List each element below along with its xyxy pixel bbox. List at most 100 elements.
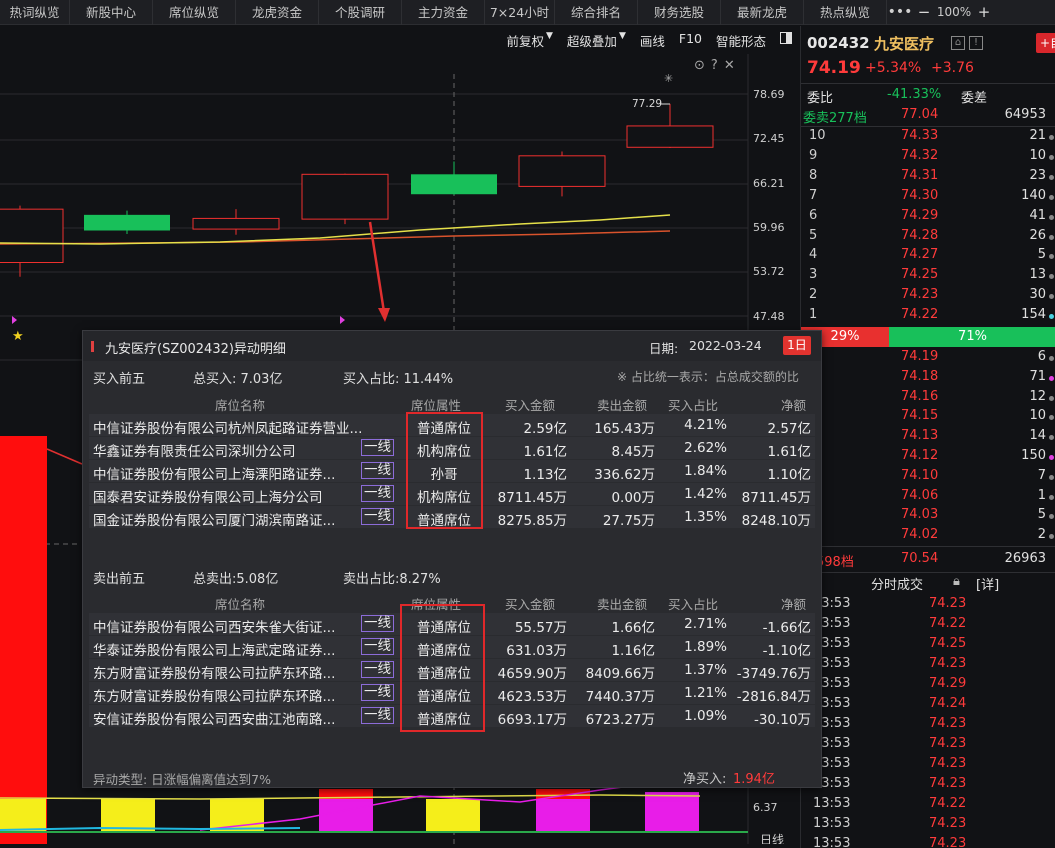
nav-tab[interactable]: 主力资金 [402, 0, 485, 25]
ask-volume: 154 [1021, 307, 1046, 323]
seat-name: 东方财富证券股份有限公司拉萨东环路... [93, 666, 336, 682]
nav-tab[interactable]: 新股中心 [70, 0, 153, 25]
ask-price: 74.23 [901, 287, 939, 303]
quote-panel: 002432 九安医疗 ⌂ ! +自 74.19 +5.34% +3.76 委比… [800, 26, 1055, 848]
ask-price: 74.28 [901, 227, 939, 243]
change-percent: +5.34% [865, 60, 922, 76]
sell-amount: 8.45万 [611, 444, 655, 460]
net-amount: -1.66亿 [762, 620, 811, 636]
yixian-tag[interactable]: 一线 [361, 661, 394, 678]
bid-level[interactable]: 74.18 71 [801, 369, 1055, 389]
sell-amount: 0.00万 [611, 490, 655, 506]
ask-level[interactable]: 10 74.33 21 [801, 128, 1055, 148]
bid-price: 74.12 [901, 448, 939, 463]
star-marker-icon: ★ [12, 329, 24, 344]
ask-level-number: 9 [809, 147, 818, 163]
nav-tab[interactable]: 7×24小时 [485, 0, 555, 25]
max-price-label: 77.29 [632, 98, 662, 110]
bid-level[interactable]: 74.15 10 [801, 408, 1055, 428]
more-icon[interactable]: ••• [887, 0, 913, 24]
nav-tab[interactable]: 热点纵览 [804, 0, 887, 25]
lock-icon[interactable]: 🔒︎ [953, 574, 960, 589]
ask-level[interactable]: 3 74.25 13 [801, 267, 1055, 287]
lock-icon[interactable]: ⌂ [951, 36, 965, 50]
top-nav: 热词纵览 新股中心 席位纵览 龙虎资金 个股调研 主力资金 7×24小时 综合排名 财务选股 最新… [0, 0, 1055, 25]
ask-price: 74.33 [901, 128, 939, 143]
smart-pattern-button[interactable]: 智能形态 [716, 31, 766, 51]
order-dot-icon [1049, 474, 1054, 480]
buy-amount: 4623.53万 [497, 689, 567, 705]
marker-arrow-icon [12, 316, 17, 324]
bid-level[interactable]: 74.06 1 [801, 488, 1055, 508]
ticks-header: 分时成交 🔒︎ [详] [801, 574, 1055, 594]
order-dot-icon [1049, 435, 1054, 441]
highlight-box [406, 412, 483, 529]
bid-level[interactable]: 74.02 2 [801, 527, 1055, 547]
nav-tab[interactable]: 综合排名 [555, 0, 638, 25]
bid-level[interactable]: 74.03 5 [801, 507, 1055, 527]
buy-ratio-cell: 1.37% [684, 662, 727, 678]
net-amount: -2816.84万 [736, 689, 811, 705]
nav-tab[interactable]: 龙虎资金 [236, 0, 319, 25]
yixian-tag[interactable]: 一线 [361, 508, 394, 525]
ask-level[interactable]: 2 74.23 30 [801, 287, 1055, 307]
ask-level-number: 7 [809, 187, 818, 203]
adjust-dropdown[interactable]: 前复权 [506, 31, 544, 51]
yixian-tag[interactable]: 一线 [361, 684, 394, 701]
nav-tab[interactable]: 热词纵览 [0, 0, 70, 25]
yixian-tag[interactable]: 一线 [361, 439, 394, 456]
buy-ratio-cell: 1.35% [684, 509, 727, 525]
zoom-in-button[interactable]: + [973, 0, 995, 24]
layout-toggle-icon[interactable] [780, 31, 792, 51]
info-icon[interactable]: ! [969, 36, 983, 50]
ask-volume: 5 [1037, 247, 1046, 263]
add-watchlist-button[interactable]: +自 [1036, 33, 1055, 53]
ask-level[interactable]: 9 74.32 10 [801, 148, 1055, 168]
ask-level[interactable]: 4 74.27 5 [801, 247, 1055, 267]
yixian-tag[interactable]: 一线 [361, 462, 394, 479]
buy-amount: 4659.90万 [497, 666, 567, 682]
ticks-detail-link[interactable]: [详] [976, 574, 999, 593]
overlay-dropdown[interactable]: 超级叠加 [567, 31, 617, 51]
buy-amount: 1.61亿 [523, 444, 567, 460]
overlay-caret-icon[interactable]: ▼ [619, 31, 626, 51]
yixian-tag[interactable]: 一线 [361, 638, 394, 655]
ask-level[interactable]: 8 74.31 23 [801, 168, 1055, 188]
yixian-tag[interactable]: 一线 [361, 615, 394, 632]
ask-price: 74.29 [901, 207, 939, 223]
ask-volume: 10 [1029, 147, 1046, 163]
bid-level[interactable]: 74.12 150 [801, 448, 1055, 468]
yixian-tag[interactable]: 一线 [361, 485, 394, 502]
nav-tab[interactable]: 席位纵览 [153, 0, 236, 25]
nav-tab[interactable]: 最新龙虎 [721, 0, 804, 25]
period-button[interactable]: 1日 [783, 336, 811, 355]
ask-level[interactable]: 1 74.22 154 [801, 307, 1055, 327]
period-label[interactable]: 日线 [760, 833, 784, 844]
bid-level[interactable]: 74.16 12 [801, 389, 1055, 409]
ask-level[interactable]: 6 74.29 41 [801, 208, 1055, 228]
buy-ratio-cell: 1.09% [684, 708, 727, 724]
order-dot-icon [1049, 174, 1054, 180]
dialog-header[interactable]: 九安医疗(SZ002432)异动明细 日期: 2022-03-24 1日 [83, 331, 821, 361]
bid-price: 74.06 [901, 487, 939, 503]
order-dot-icon [1049, 294, 1054, 300]
bid-level[interactable]: 74.19 6 [801, 349, 1055, 369]
order-dot-icon [1049, 314, 1054, 320]
draw-button[interactable]: 画线 [640, 31, 665, 51]
nav-tab[interactable]: 财务选股 [638, 0, 721, 25]
zoom-out-button[interactable]: − [913, 0, 935, 24]
ask-level[interactable]: 5 74.28 26 [801, 228, 1055, 248]
stock-code: 002432 [807, 34, 870, 52]
adjust-caret-icon[interactable]: ▼ [546, 31, 553, 51]
bid-level[interactable]: 74.13 14 [801, 428, 1055, 448]
ask-level[interactable]: 7 74.30 140 [801, 188, 1055, 208]
buy-amount: 1.13亿 [523, 467, 567, 483]
bid-level[interactable]: 74.10 7 [801, 468, 1055, 488]
candle [518, 151, 606, 197]
yixian-tag[interactable]: 一线 [361, 707, 394, 724]
tick-row: 13:53 74.25 [801, 636, 1055, 656]
net-amount: 8711.45万 [741, 490, 811, 506]
nav-tab[interactable]: 个股调研 [319, 0, 402, 25]
f10-button[interactable]: F10 [679, 31, 702, 51]
order-dot-icon [1049, 514, 1054, 520]
